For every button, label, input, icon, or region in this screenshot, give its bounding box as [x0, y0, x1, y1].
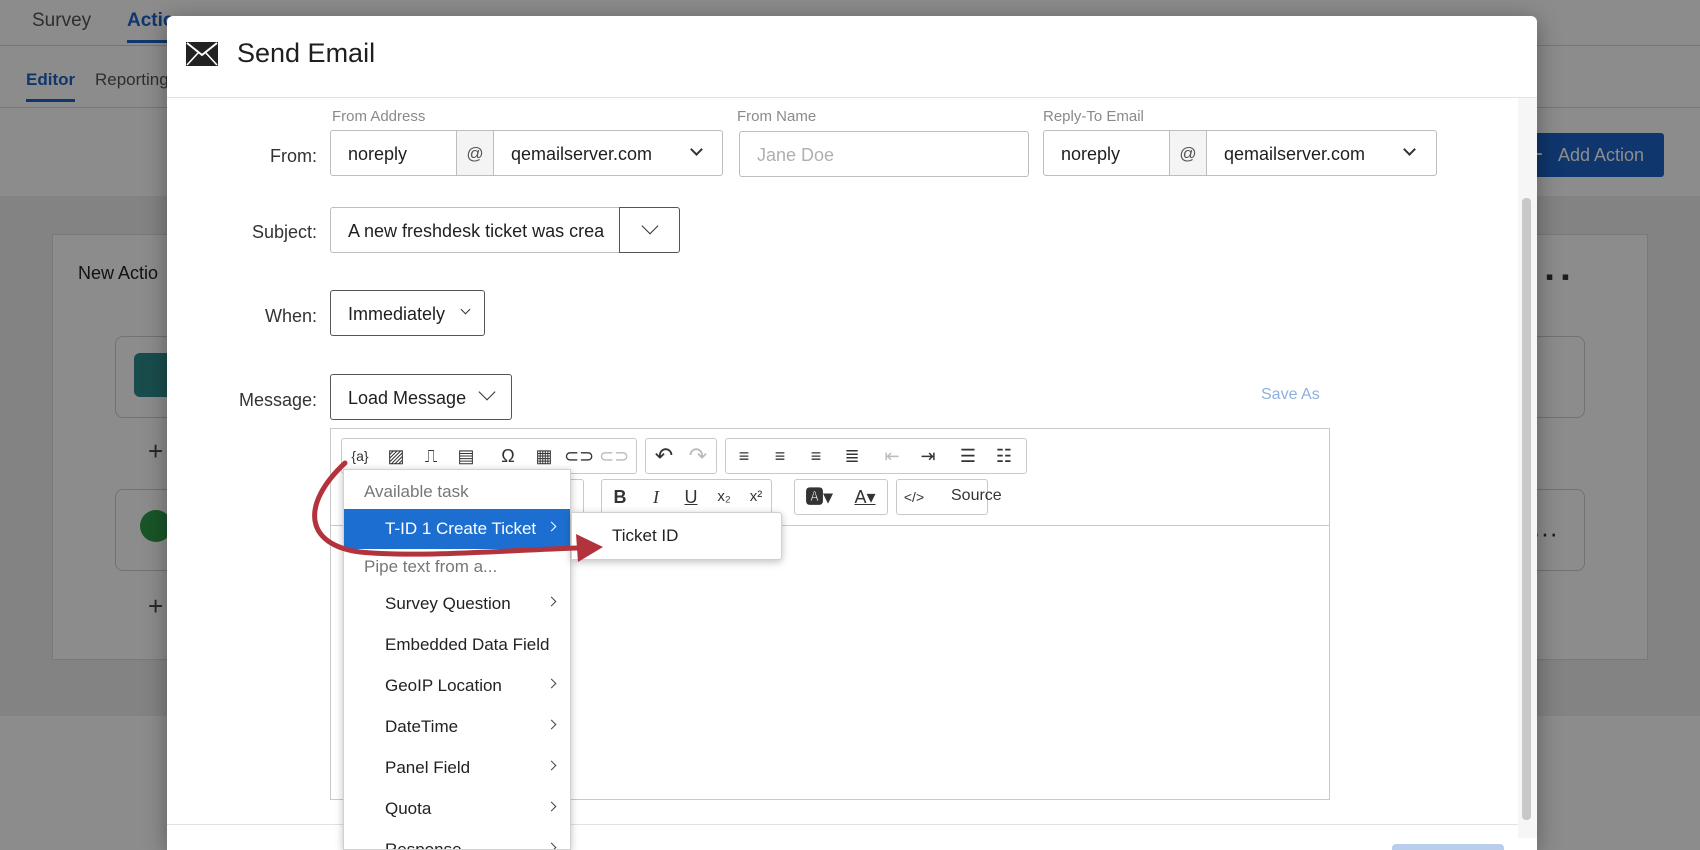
- menu-item-label: GeoIP Location: [385, 676, 502, 695]
- file-icon[interactable]: ⎍: [417, 439, 445, 473]
- align-right-icon[interactable]: ≡: [802, 439, 830, 473]
- italic-icon[interactable]: I: [642, 480, 670, 514]
- subject-input[interactable]: A new freshdesk ticket was crea: [330, 207, 620, 253]
- menu-item-label: Embedded Data Field: [385, 635, 550, 654]
- superscript-icon[interactable]: x²: [742, 480, 770, 514]
- when-select[interactable]: Immediately: [330, 290, 485, 336]
- unlink-icon[interactable]: ⊂⊃: [599, 439, 629, 473]
- align-left-icon[interactable]: ≡: [730, 439, 758, 473]
- at-symbol: @: [457, 130, 493, 176]
- piped-text-menu: Available task T-ID 1 Create Ticket Pipe…: [343, 469, 571, 850]
- load-message-select[interactable]: Load Message: [330, 374, 512, 420]
- menu-item-datetime[interactable]: DateTime: [344, 707, 570, 747]
- indent-icon[interactable]: ⇥: [914, 439, 942, 473]
- menu-item-label: Response: [385, 840, 462, 850]
- reply-to-user-value: noreply: [1061, 144, 1121, 164]
- image-icon[interactable]: ▨: [382, 439, 410, 473]
- underline-icon[interactable]: U: [677, 480, 705, 514]
- chevron-down-icon: [460, 304, 471, 315]
- chevron-right-icon: [546, 801, 557, 812]
- at-symbol: @: [1170, 130, 1206, 176]
- subject-label: Subject:: [251, 222, 317, 242]
- chevron-down-icon: [641, 217, 659, 235]
- source-label: Source: [951, 487, 1002, 504]
- from-name-input[interactable]: Jane Doe: [739, 131, 1029, 177]
- subject-dropdown-button[interactable]: [619, 207, 680, 253]
- menu-item-create-ticket[interactable]: T-ID 1 Create Ticket: [344, 509, 570, 549]
- color-toolbar-group: 🅰▾ A▾: [794, 479, 888, 515]
- menu-item-embedded-data[interactable]: Embedded Data Field: [344, 625, 570, 665]
- modal-header: Send Email: [167, 16, 1537, 98]
- source-button[interactable]: </> Source: [896, 479, 1002, 515]
- paragraph-toolbar-group: ≡ ≡ ≡ ≣ ⇤ ⇥ ☰ ☷: [725, 438, 1027, 474]
- chevron-right-icon: [546, 842, 557, 849]
- from-name-placeholder: Jane Doe: [757, 145, 835, 165]
- text-color-icon[interactable]: A▾: [845, 480, 885, 514]
- chevron-right-icon: [546, 596, 557, 607]
- piped-text-icon[interactable]: {a}: [346, 439, 374, 473]
- from-domain-value: qemailserver.com: [511, 144, 653, 164]
- subscript-icon[interactable]: x₂: [710, 480, 738, 514]
- from-address-caption: From Address: [332, 108, 426, 125]
- menu-item-label: Quota: [385, 799, 432, 818]
- bulleted-list-icon[interactable]: ☷: [990, 439, 1018, 473]
- modal-title: Send Email: [237, 38, 376, 68]
- from-address-user-value: noreply: [348, 144, 408, 164]
- menu-item-quota[interactable]: Quota: [344, 789, 570, 829]
- align-center-icon[interactable]: ≡: [766, 439, 794, 473]
- menu-item-geoip-location[interactable]: GeoIP Location: [344, 666, 570, 706]
- bold-icon[interactable]: B: [606, 480, 634, 514]
- menu-item-survey-question[interactable]: Survey Question: [344, 584, 570, 624]
- pipe-text-header: Pipe text from a...: [364, 557, 498, 576]
- video-icon[interactable]: ▤: [452, 439, 480, 473]
- reply-to-caption: Reply-To Email: [1043, 108, 1144, 125]
- save-button[interactable]: [1392, 844, 1504, 850]
- redo-icon[interactable]: ↷: [682, 439, 714, 473]
- justify-icon[interactable]: ≣: [838, 439, 866, 473]
- menu-item-label: DateTime: [385, 717, 459, 736]
- undo-icon[interactable]: ↶: [648, 439, 680, 473]
- menu-item-label: T-ID 1 Create Ticket: [385, 519, 537, 538]
- menu-item-panel-field[interactable]: Panel Field: [344, 748, 570, 788]
- from-label: From:: [270, 146, 317, 166]
- chevron-down-icon: [478, 383, 496, 401]
- from-name-caption: From Name: [737, 108, 817, 125]
- menu-item-label: Survey Question: [385, 594, 511, 613]
- menu-item-response[interactable]: Response: [344, 830, 570, 850]
- reply-to-domain-value: qemailserver.com: [1224, 144, 1366, 164]
- menu-item-label: Panel Field: [385, 758, 471, 777]
- ticket-submenu: Ticket ID: [571, 512, 782, 560]
- background-color-icon[interactable]: 🅰▾: [799, 480, 839, 514]
- save-as-link[interactable]: Save As: [1261, 386, 1320, 404]
- chevron-right-icon: [546, 719, 557, 730]
- from-domain-select[interactable]: qemailserver.com: [493, 130, 723, 176]
- chevron-right-icon: [546, 760, 557, 771]
- special-character-icon[interactable]: Ω: [494, 439, 522, 473]
- chevron-right-icon: [546, 678, 557, 689]
- submenu-item-ticket-id[interactable]: Ticket ID: [612, 526, 678, 546]
- source-code-icon: </>: [903, 489, 925, 505]
- modal-scrollbar-thumb[interactable]: [1522, 198, 1531, 820]
- subject-value: A new freshdesk ticket was crea: [348, 221, 605, 241]
- when-label: When:: [264, 306, 317, 326]
- message-label: Message:: [238, 390, 317, 410]
- available-task-header: Available task: [364, 482, 469, 501]
- load-message-value: Load Message: [348, 388, 467, 408]
- numbered-list-icon[interactable]: ☰: [954, 439, 982, 473]
- reply-to-user-input[interactable]: noreply: [1043, 130, 1170, 176]
- from-address-user-input[interactable]: noreply: [330, 130, 457, 176]
- outdent-icon[interactable]: ⇤: [878, 439, 906, 473]
- when-value: Immediately: [348, 304, 446, 324]
- text-style-toolbar-group: B I U x₂ x²: [601, 479, 772, 515]
- history-toolbar-group: ↶ ↷: [645, 438, 717, 474]
- chevron-down-icon: [1403, 143, 1416, 156]
- chevron-right-icon: [546, 521, 557, 532]
- link-icon[interactable]: ⊂⊃: [564, 439, 594, 473]
- reply-to-domain-select[interactable]: qemailserver.com: [1206, 130, 1437, 176]
- chevron-down-icon: [690, 143, 703, 156]
- table-icon[interactable]: ▦: [530, 439, 558, 473]
- envelope-icon: [186, 42, 218, 66]
